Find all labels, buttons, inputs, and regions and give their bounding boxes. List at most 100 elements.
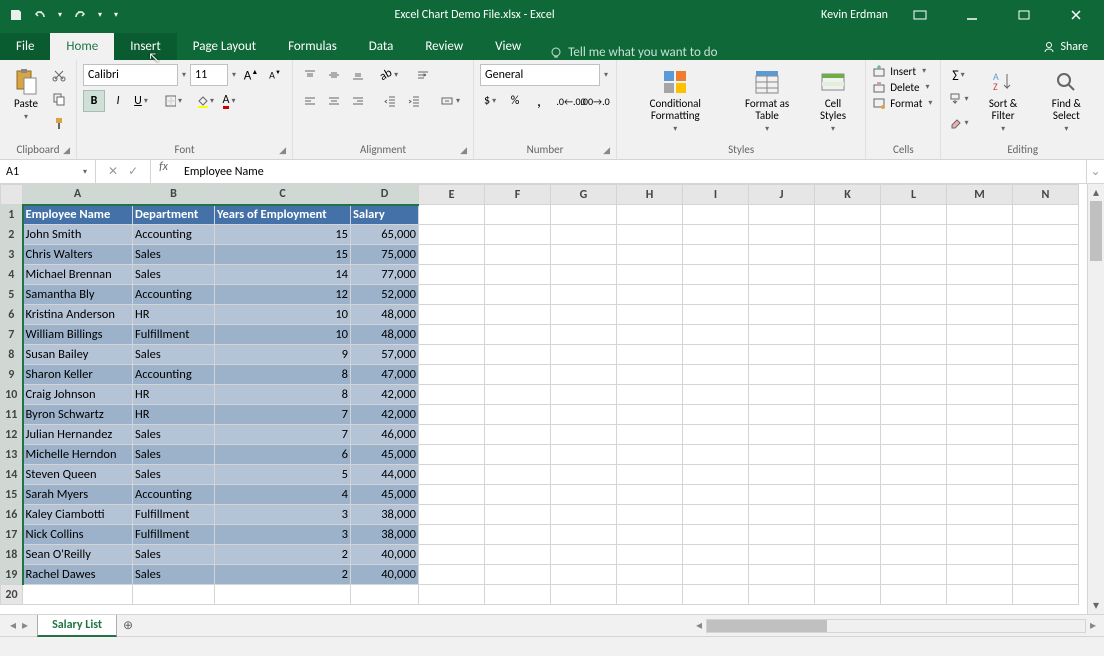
row-header[interactable]: 7 — [1, 325, 23, 345]
cell[interactable] — [419, 485, 485, 505]
row-header[interactable]: 10 — [1, 385, 23, 405]
cell[interactable] — [815, 545, 881, 565]
formula-input[interactable] — [176, 160, 1086, 183]
cell[interactable] — [1013, 325, 1079, 345]
cell[interactable] — [1013, 305, 1079, 325]
cell[interactable] — [551, 505, 617, 525]
cell[interactable] — [485, 505, 551, 525]
cell[interactable] — [947, 545, 1013, 565]
row-header[interactable]: 6 — [1, 305, 23, 325]
hscrollbar-thumb[interactable] — [707, 620, 827, 632]
delete-cells-button[interactable]: Delete▾ — [872, 80, 931, 94]
cell[interactable] — [683, 305, 749, 325]
cell[interactable] — [683, 545, 749, 565]
row-header[interactable]: 9 — [1, 365, 23, 385]
cell[interactable] — [881, 565, 947, 585]
cell[interactable] — [947, 425, 1013, 445]
cell[interactable]: 8 — [215, 365, 351, 385]
cell[interactable] — [749, 505, 815, 525]
cell[interactable] — [749, 285, 815, 305]
cell[interactable]: 38,000 — [351, 505, 419, 525]
tab-review[interactable]: Review — [409, 33, 479, 60]
row-header[interactable]: 17 — [1, 525, 23, 545]
cell[interactable] — [947, 285, 1013, 305]
cell[interactable]: 3 — [215, 505, 351, 525]
cell[interactable] — [485, 225, 551, 245]
expand-formula-bar-icon[interactable]: ⌄ — [1086, 160, 1104, 183]
cell[interactable]: 40,000 — [351, 565, 419, 585]
cell[interactable]: Accounting — [133, 225, 215, 245]
column-header[interactable]: B — [133, 185, 215, 205]
cell[interactable] — [815, 285, 881, 305]
cell[interactable]: Fulfillment — [133, 505, 215, 525]
cell[interactable] — [419, 525, 485, 545]
cell[interactable] — [881, 485, 947, 505]
row-header[interactable]: 14 — [1, 465, 23, 485]
cell[interactable]: 57,000 — [351, 345, 419, 365]
launcher-icon[interactable]: ◢ — [63, 145, 70, 156]
cell[interactable]: 65,000 — [351, 225, 419, 245]
cell[interactable] — [815, 225, 881, 245]
cell[interactable]: 42,000 — [351, 405, 419, 425]
cell[interactable]: Craig Johnson — [23, 385, 133, 405]
font-name-input[interactable] — [83, 64, 178, 86]
cell[interactable] — [1013, 465, 1079, 485]
cell[interactable] — [551, 425, 617, 445]
cell[interactable] — [551, 485, 617, 505]
cell[interactable]: Sharon Keller — [23, 365, 133, 385]
align-middle-button[interactable] — [323, 64, 345, 86]
cell[interactable]: 15 — [215, 225, 351, 245]
cell[interactable]: 75,000 — [351, 245, 419, 265]
cell[interactable] — [1013, 225, 1079, 245]
cell[interactable]: 2 — [215, 565, 351, 585]
cell[interactable] — [485, 585, 551, 605]
cell[interactable]: 38,000 — [351, 525, 419, 545]
cell[interactable]: HR — [133, 405, 215, 425]
cell[interactable] — [947, 365, 1013, 385]
row-header[interactable]: 3 — [1, 245, 23, 265]
cell[interactable]: 46,000 — [351, 425, 419, 445]
cell[interactable] — [419, 285, 485, 305]
cell[interactable]: 47,000 — [351, 365, 419, 385]
cell[interactable]: 14 — [215, 265, 351, 285]
clear-button[interactable]: ▾ — [947, 112, 971, 134]
column-header[interactable]: E — [419, 185, 485, 205]
maximize-icon[interactable] — [1004, 0, 1044, 30]
cell[interactable] — [1013, 285, 1079, 305]
tell-me-search[interactable]: Tell me what you want to do — [537, 45, 729, 60]
cell[interactable] — [419, 385, 485, 405]
cancel-icon[interactable]: ✕ — [108, 164, 118, 179]
cell[interactable] — [617, 265, 683, 285]
cell[interactable] — [1013, 265, 1079, 285]
cell[interactable]: 48,000 — [351, 305, 419, 325]
cell[interactable] — [617, 505, 683, 525]
cell[interactable] — [881, 525, 947, 545]
cell-styles-button[interactable]: Cell Styles▾ — [807, 64, 859, 138]
number-format-select[interactable] — [480, 64, 600, 86]
cell[interactable] — [749, 385, 815, 405]
cell[interactable] — [749, 345, 815, 365]
align-bottom-button[interactable] — [347, 64, 369, 86]
row-header[interactable]: 20 — [1, 585, 23, 605]
cell[interactable] — [419, 565, 485, 585]
table-header-cell[interactable]: Years of Employment — [215, 205, 351, 225]
cell[interactable] — [947, 445, 1013, 465]
cell[interactable]: 45,000 — [351, 485, 419, 505]
table-header-cell[interactable]: Employee Name — [23, 205, 133, 225]
cell[interactable]: 10 — [215, 325, 351, 345]
decrease-indent-button[interactable] — [379, 90, 401, 112]
increase-decimal-button[interactable]: .0←.00 — [560, 90, 582, 112]
column-header[interactable]: K — [815, 185, 881, 205]
cell[interactable]: 10 — [215, 305, 351, 325]
cell[interactable] — [551, 345, 617, 365]
cell[interactable] — [617, 405, 683, 425]
cell[interactable] — [947, 505, 1013, 525]
cell[interactable] — [1013, 425, 1079, 445]
cell[interactable]: Sales — [133, 465, 215, 485]
cell[interactable] — [1013, 565, 1079, 585]
cell[interactable]: Julian Hernandez — [23, 425, 133, 445]
redo-icon[interactable] — [72, 7, 88, 23]
increase-indent-button[interactable] — [403, 90, 425, 112]
fx-icon[interactable]: fx — [151, 160, 176, 183]
cell[interactable]: Susan Bailey — [23, 345, 133, 365]
